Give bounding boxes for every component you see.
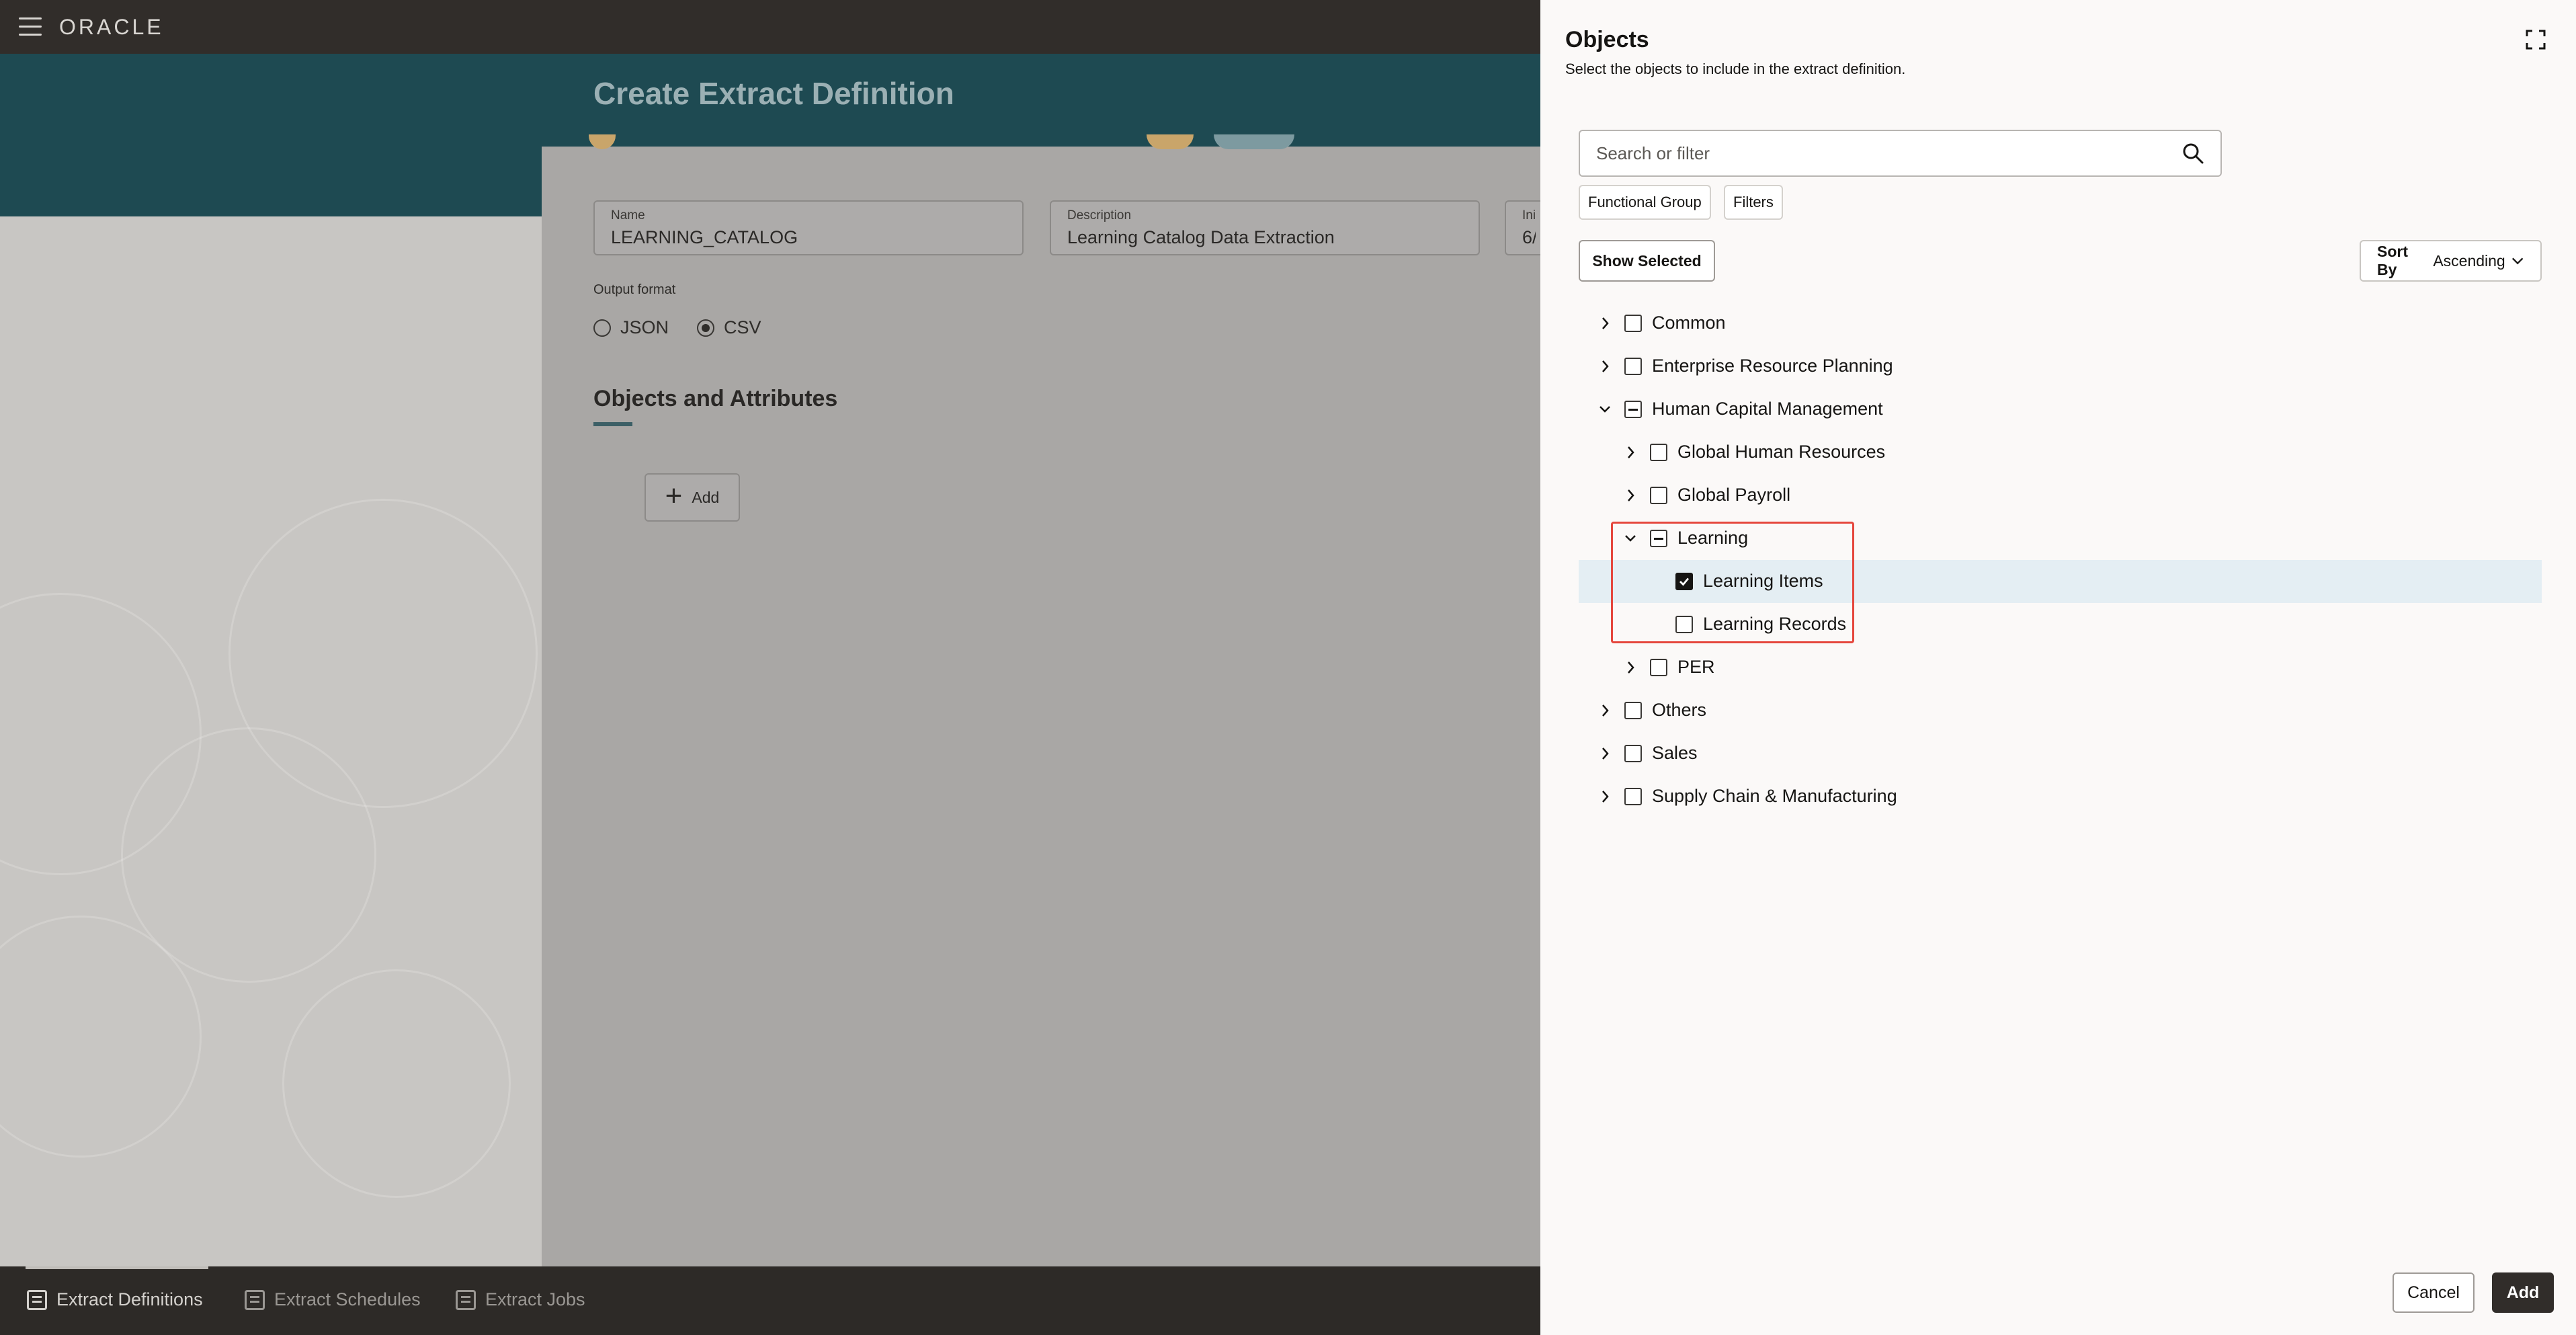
objects-drawer: Objects Select the objects to include in… (1540, 0, 2576, 1335)
maximize-icon[interactable] (2526, 30, 2546, 50)
checkbox-common[interactable] (1624, 315, 1642, 332)
tree-node-global-payroll[interactable]: Global Payroll (1579, 474, 2542, 517)
hamburger-menu-icon[interactable] (19, 17, 42, 36)
chevron-right-icon[interactable] (1597, 316, 1612, 331)
active-nav-indicator (26, 1266, 208, 1269)
background-decoration (0, 216, 542, 1266)
checkbox-supply-chain-manufacturing[interactable] (1624, 788, 1642, 805)
tree-node-label: Others (1652, 700, 1707, 720)
tree-node-label: Enterprise Resource Planning (1652, 356, 1893, 376)
checkbox-enterprise-resource-planning[interactable] (1624, 358, 1642, 375)
document-icon (27, 1289, 47, 1310)
add-button[interactable]: Add (2492, 1272, 2554, 1313)
jobs-lock-icon (456, 1289, 476, 1310)
chevron-right-icon[interactable] (1597, 789, 1612, 804)
plus-icon: + (665, 479, 683, 512)
form-card (542, 147, 1540, 1266)
chevron-right-icon[interactable] (1597, 359, 1612, 374)
page-title: Create Extract Definition (593, 76, 954, 111)
radio-csv[interactable]: CSV (697, 317, 761, 338)
chevron-right-icon[interactable] (1597, 746, 1612, 761)
cancel-button[interactable]: Cancel (2393, 1272, 2475, 1313)
nav-extract-schedules[interactable]: Extract Schedules (245, 1289, 421, 1310)
name-field-label: Name (611, 208, 645, 222)
chevron-down-icon[interactable] (1597, 402, 1612, 417)
checkbox-sales[interactable] (1624, 745, 1642, 762)
tree-node-common[interactable]: Common (1579, 302, 2542, 345)
section-underline (593, 422, 632, 426)
drawer-subtitle: Select the objects to include in the ext… (1565, 60, 1906, 77)
tree-node-label: Global Human Resources (1677, 442, 1886, 462)
checkbox-global-human-resources[interactable] (1650, 444, 1667, 461)
banner-decoration (542, 134, 1540, 149)
chevron-right-icon[interactable] (1623, 660, 1638, 675)
bottom-navigation: Extract Definitions Extract Schedules Ex… (0, 1266, 1540, 1335)
chevron-down-icon (2511, 257, 2524, 265)
checkbox-others[interactable] (1624, 702, 1642, 719)
tree-node-label: Supply Chain & Manufacturing (1652, 786, 1897, 806)
description-field-label: Description (1067, 208, 1132, 222)
add-object-label: Add (692, 488, 720, 506)
radio-json[interactable]: JSON (593, 317, 669, 338)
tree-node-enterprise-resource-planning[interactable]: Enterprise Resource Planning (1579, 345, 2542, 388)
tree-node-human-capital-management[interactable]: Human Capital Management (1579, 388, 2542, 431)
checkbox-global-payroll[interactable] (1650, 487, 1667, 504)
chevron-right-icon[interactable] (1623, 445, 1638, 460)
add-object-button[interactable]: + Add (645, 473, 740, 522)
chip-filters[interactable]: Filters (1724, 185, 1783, 220)
output-format-label: Output format (593, 282, 676, 297)
radio-csv-label: CSV (724, 317, 761, 337)
nav-extract-definitions[interactable]: Extract Definitions (27, 1289, 203, 1310)
initial-date-label: Ini (1522, 208, 1536, 222)
radio-csv-circle[interactable] (697, 319, 714, 337)
sort-value: Ascending (2433, 251, 2505, 270)
tree-node-label: Global Payroll (1677, 485, 1791, 505)
nav-extract-jobs[interactable]: Extract Jobs (456, 1289, 585, 1310)
nav-extract-jobs-label: Extract Jobs (485, 1289, 585, 1309)
top-bar: ORACLE (0, 0, 1540, 54)
initial-date-value: 6/ (1522, 227, 1536, 247)
chevron-right-icon[interactable] (1623, 488, 1638, 503)
name-field-value: LEARNING_CATALOG (611, 227, 798, 247)
radio-json-circle[interactable] (593, 319, 611, 337)
checkbox-per[interactable] (1650, 659, 1667, 676)
radio-json-label: JSON (620, 317, 669, 337)
oracle-logo[interactable]: ORACLE (59, 15, 164, 40)
tree-node-label: Human Capital Management (1652, 399, 1883, 419)
search-input[interactable] (1596, 143, 2182, 164)
tree-node-supply-chain-manufacturing[interactable]: Supply Chain & Manufacturing (1579, 775, 2542, 818)
learning-highlight-box (1611, 522, 1854, 643)
nav-extract-definitions-label: Extract Definitions (56, 1289, 203, 1309)
objects-attributes-title: Objects and Attributes (593, 386, 838, 411)
search-field[interactable] (1579, 130, 2222, 177)
checkbox-human-capital-management[interactable] (1624, 401, 1642, 418)
nav-extract-schedules-label: Extract Schedules (274, 1289, 421, 1309)
tree-node-label: Common (1652, 313, 1726, 333)
search-icon[interactable] (2182, 142, 2204, 165)
sort-dropdown[interactable]: Sort By Ascending (2360, 240, 2542, 282)
sort-prefix: Sort By (2377, 243, 2408, 278)
tree-node-label: Sales (1652, 743, 1698, 763)
tree-node-per[interactable]: PER (1579, 646, 2542, 689)
show-selected-button[interactable]: Show Selected (1579, 240, 1715, 282)
chip-functional-group[interactable]: Functional Group (1579, 185, 1711, 220)
name-field[interactable]: Name LEARNING_CATALOG (593, 200, 1024, 255)
tree-node-global-human-resources[interactable]: Global Human Resources (1579, 431, 2542, 474)
description-field-value: Learning Catalog Data Extraction (1067, 227, 1335, 247)
tree-node-label: PER (1677, 657, 1715, 677)
chevron-right-icon[interactable] (1597, 703, 1612, 718)
description-field[interactable]: Description Learning Catalog Data Extrac… (1050, 200, 1480, 255)
calendar-icon (245, 1289, 265, 1310)
tree-node-sales[interactable]: Sales (1579, 732, 2542, 775)
tree-node-others[interactable]: Others (1579, 689, 2542, 732)
drawer-title: Objects (1565, 27, 1649, 52)
